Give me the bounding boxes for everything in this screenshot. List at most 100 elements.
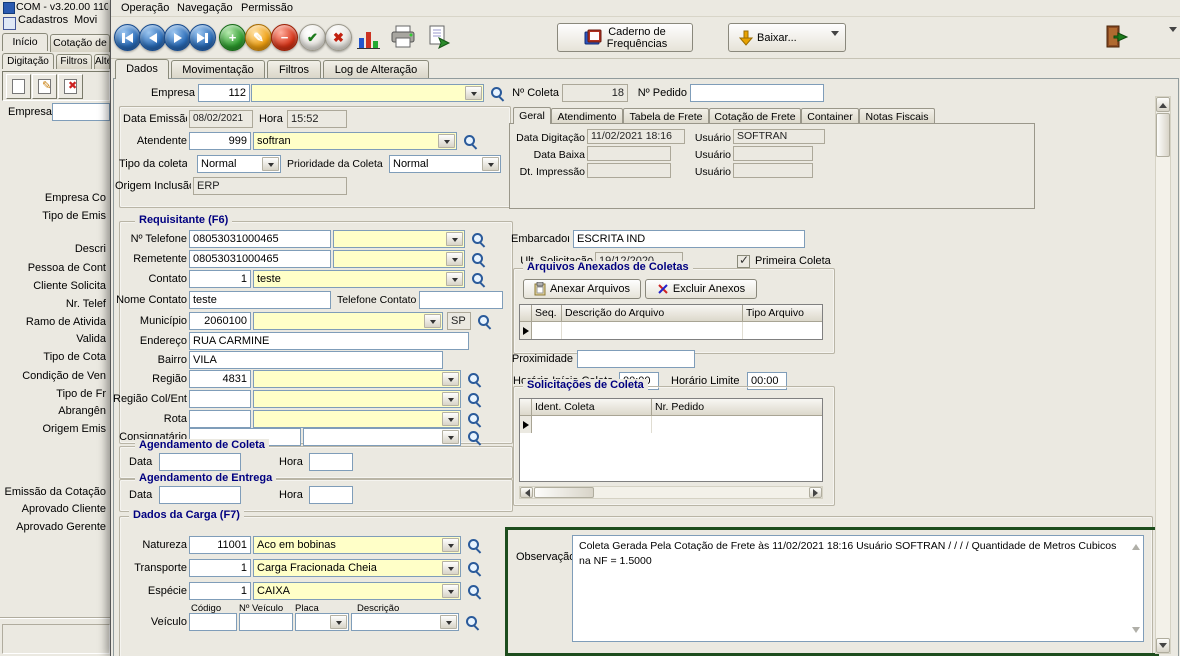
cell[interactable] (562, 322, 743, 339)
veiculo-codigo-field[interactable] (189, 613, 237, 631)
natureza-code-field[interactable]: 11001 (189, 536, 251, 554)
caderno-frequencias-button[interactable]: Caderno de Frequências (557, 23, 693, 52)
tab-log-alteracao[interactable]: Log de Alteração (323, 60, 429, 79)
dropdown-button[interactable] (446, 272, 463, 286)
dropdown-button[interactable] (442, 584, 459, 598)
regiao-code-field[interactable]: 4831 (189, 370, 251, 388)
anexar-arquivos-button[interactable]: Anexar Arquivos (523, 279, 641, 299)
scroll-down-icon[interactable] (1132, 627, 1140, 637)
menu-operacao[interactable]: Operação (115, 1, 175, 16)
cell[interactable] (532, 416, 652, 433)
primeira-coleta-checkbox[interactable] (737, 255, 750, 268)
bairro-field[interactable]: VILA (189, 351, 443, 369)
dropdown-button[interactable] (442, 372, 459, 386)
nr-telefone-field[interactable]: 08053031000465 (189, 230, 331, 248)
dropdown-button[interactable] (446, 252, 463, 266)
col-descricao-arquivo[interactable]: Descrição do Arquivo (562, 305, 743, 322)
col-nr-pedido[interactable]: Nr. Pedido (652, 399, 822, 416)
search-icon[interactable] (467, 561, 482, 576)
main-vscrollbar[interactable] (1155, 96, 1171, 654)
agend-coleta-hora-field[interactable] (309, 453, 353, 471)
tab-cotacao[interactable]: Cotação de (50, 34, 110, 52)
dropdown-button[interactable] (442, 412, 459, 426)
add-record-button[interactable]: + (219, 24, 246, 51)
menu-permissao[interactable]: Permissão (235, 1, 299, 16)
exit-button[interactable] (1103, 24, 1129, 50)
atendente-code-field[interactable]: 999 (189, 132, 251, 150)
delete-document-button[interactable]: ✖ (58, 74, 83, 99)
veiculo-placa-select[interactable] (295, 613, 349, 631)
scroll-up-button[interactable] (1156, 97, 1170, 112)
scroll-left-button[interactable] (520, 487, 533, 498)
cell[interactable] (652, 416, 822, 433)
last-record-button[interactable] (189, 24, 216, 51)
regiao-colent-code-field[interactable] (189, 390, 251, 408)
chart-button[interactable] (356, 26, 382, 50)
proximidade-field[interactable] (577, 350, 695, 368)
tab-geral[interactable]: Geral (513, 107, 551, 124)
dropdown-button[interactable] (446, 232, 463, 246)
search-icon[interactable] (490, 86, 505, 101)
regiao-combo[interactable] (253, 370, 461, 388)
tab-filtros[interactable]: Filtros (267, 60, 321, 79)
search-icon[interactable] (467, 412, 482, 427)
nr-pedido-field[interactable] (690, 84, 824, 102)
dropdown-button[interactable] (438, 134, 455, 148)
empresa-combo[interactable] (251, 84, 484, 102)
toolbar-overflow-chevron-icon[interactable] (1169, 32, 1177, 44)
rota-code-field[interactable] (189, 410, 251, 428)
rota-combo[interactable] (253, 410, 461, 428)
especie-code-field[interactable]: 1 (189, 582, 251, 600)
tab-digitacao[interactable]: Digitação (2, 53, 54, 69)
search-icon[interactable] (467, 430, 482, 445)
scroll-down-button[interactable] (1156, 638, 1170, 653)
transporte-combo[interactable]: Carga Fracionada Cheia (253, 559, 461, 577)
consignatario-combo[interactable] (303, 428, 461, 446)
search-icon[interactable] (467, 584, 482, 599)
scroll-thumb[interactable] (1156, 113, 1170, 157)
agend-coleta-data-field[interactable] (159, 453, 241, 471)
tab-alteracao-bg[interactable]: Alte (94, 54, 110, 69)
dropdown-button[interactable] (442, 392, 459, 406)
telefone-contato-field[interactable] (419, 291, 503, 309)
agend-entrega-hora-field[interactable] (309, 486, 353, 504)
regiao-colent-combo[interactable] (253, 390, 461, 408)
edit-document-button[interactable]: ✎ (32, 74, 57, 99)
dropdown-button[interactable] (442, 561, 459, 575)
delete-record-button[interactable]: − (271, 24, 298, 51)
cell[interactable] (743, 322, 822, 339)
tab-inicio[interactable]: Início (2, 33, 48, 51)
dropdown-button[interactable] (440, 615, 457, 629)
especie-combo[interactable]: CAIXA (253, 582, 461, 600)
empresa-code-field[interactable]: 112 (198, 84, 250, 102)
dropdown-button[interactable] (442, 430, 459, 444)
endereco-field[interactable]: RUA CARMINE (189, 332, 469, 350)
tab-dados[interactable]: Dados (115, 59, 169, 79)
previous-record-button[interactable] (139, 24, 166, 51)
agend-entrega-data-field[interactable] (159, 486, 241, 504)
search-icon[interactable] (467, 538, 482, 553)
telefone-combo[interactable] (333, 230, 465, 248)
menu-cadastros[interactable]: Cadastros (18, 11, 68, 29)
next-record-button[interactable] (164, 24, 191, 51)
dropdown-button[interactable] (330, 615, 347, 629)
confirm-button[interactable]: ✔ (299, 24, 326, 51)
remetente-field[interactable]: 08053031000465 (189, 250, 331, 268)
scroll-right-button[interactable] (809, 487, 822, 498)
search-icon[interactable] (471, 252, 486, 267)
search-icon[interactable] (465, 615, 480, 630)
search-icon[interactable] (467, 392, 482, 407)
solicitacoes-grid-row[interactable] (520, 416, 822, 433)
tipo-coleta-select[interactable]: Normal (197, 155, 281, 173)
col-seq[interactable]: Seq. (532, 305, 562, 322)
municipio-code-field[interactable]: 2060100 (189, 312, 251, 330)
municipio-combo[interactable] (253, 312, 443, 330)
prioridade-select[interactable]: Normal (389, 155, 501, 173)
atendente-combo[interactable]: softran (253, 132, 457, 150)
new-document-button[interactable] (6, 74, 31, 99)
dropdown-button[interactable] (424, 314, 441, 328)
scroll-thumb[interactable] (534, 487, 594, 498)
print-button[interactable] (389, 24, 417, 50)
baixar-button[interactable]: Baixar... (728, 23, 846, 52)
menu-navegacao[interactable]: Navegação (171, 1, 239, 16)
